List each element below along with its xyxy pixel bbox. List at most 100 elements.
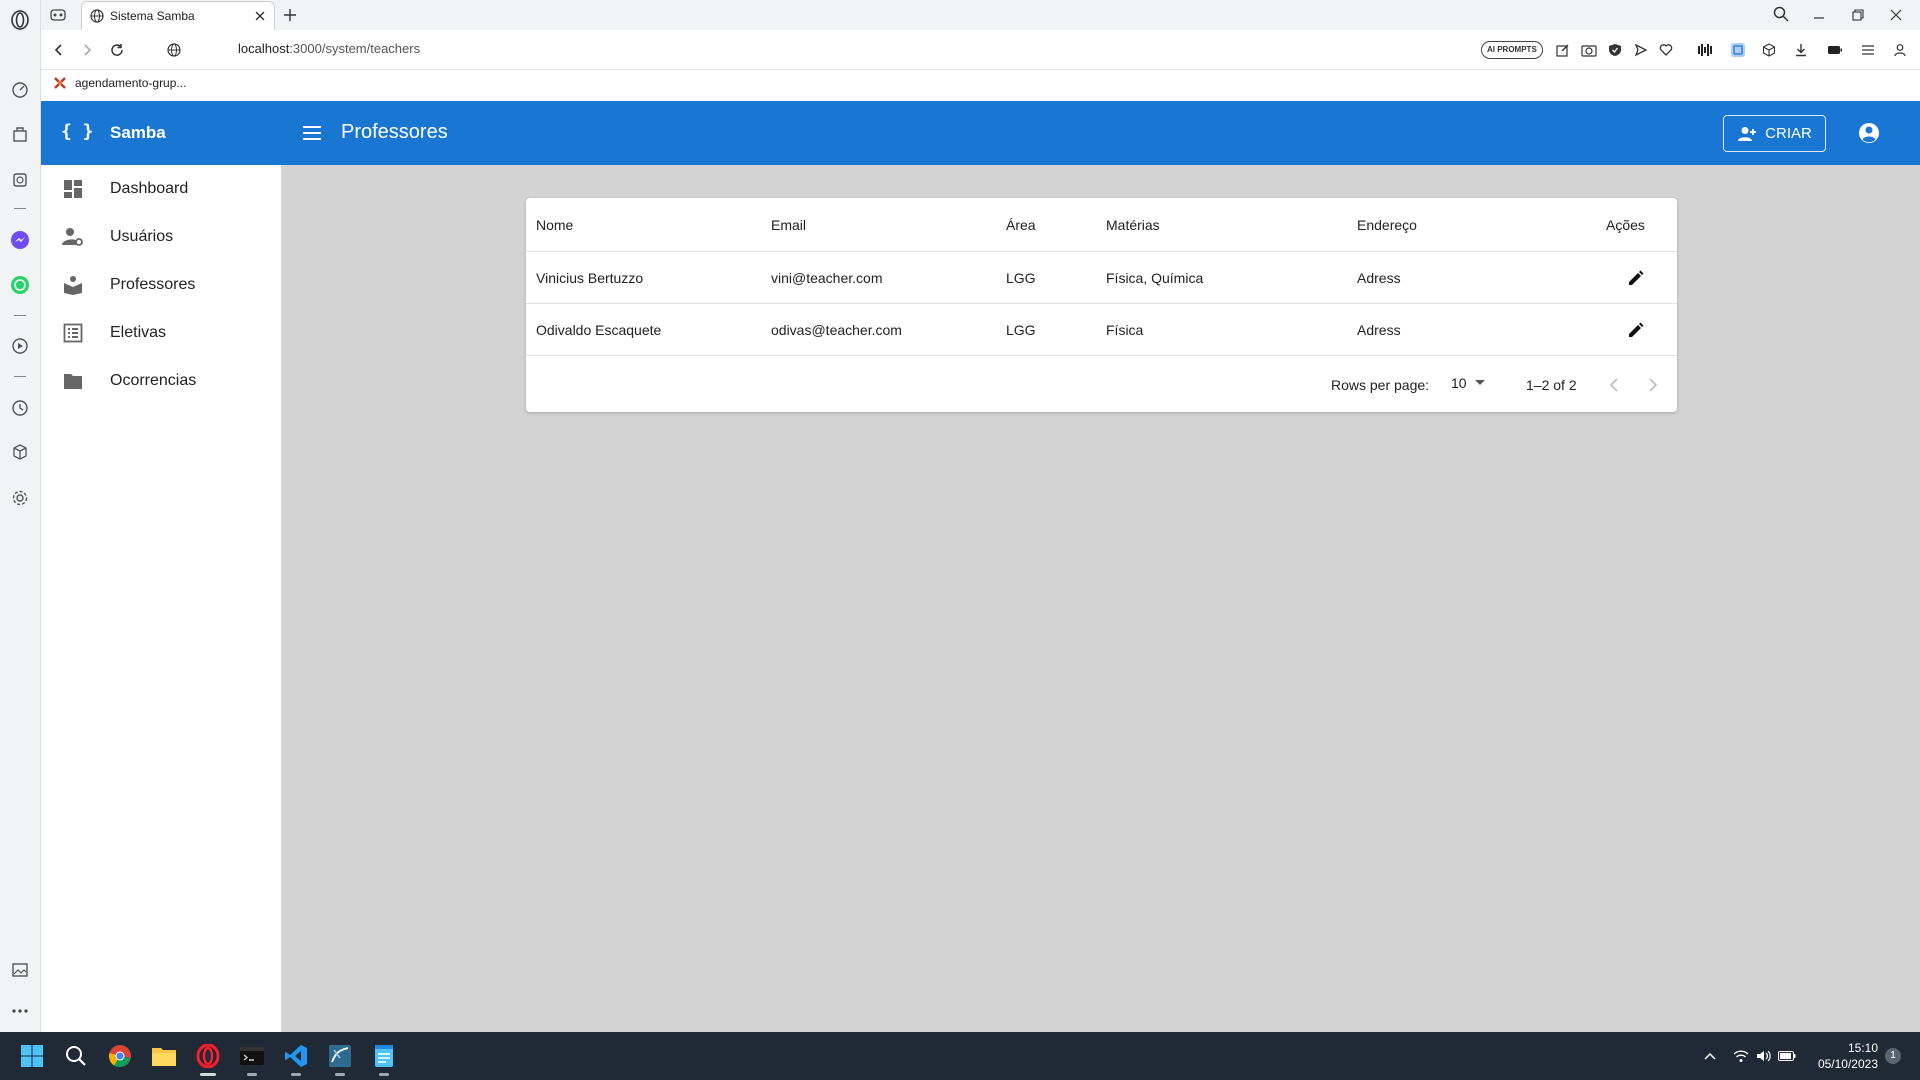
sql-workbench-icon[interactable]	[324, 1040, 356, 1076]
close-window-icon[interactable]	[1885, 4, 1907, 26]
tab-islands-icon[interactable]	[47, 4, 69, 26]
site-info-icon[interactable]	[163, 39, 185, 61]
wifi-icon[interactable]	[1731, 1046, 1751, 1066]
windows-taskbar: 15:10 05/10/2023 1	[0, 1032, 1920, 1080]
extension-blue-icon[interactable]	[1727, 39, 1749, 61]
next-page-icon[interactable]	[1641, 373, 1665, 397]
back-icon[interactable]	[48, 39, 70, 61]
file-explorer-icon[interactable]	[148, 1040, 180, 1072]
extensions-icon[interactable]	[1758, 39, 1780, 61]
sidebar-item-label: Eletivas	[110, 324, 167, 341]
tab-sistema-samba[interactable]: Sistema Samba	[81, 1, 275, 30]
cell-endereco: Adress	[1357, 321, 1401, 338]
brand-logo-icon: { }	[61, 121, 94, 142]
column-header-endereco[interactable]: Endereço	[1357, 198, 1417, 251]
column-header-nome[interactable]: Nome	[536, 198, 573, 251]
battery-icon[interactable]	[1777, 1046, 1797, 1066]
more-icon[interactable]	[8, 999, 32, 1023]
notification-badge[interactable]: 1	[1885, 1048, 1901, 1064]
folder-icon	[61, 369, 85, 393]
vscode-icon[interactable]	[280, 1040, 312, 1076]
dashboard-icon	[61, 177, 85, 201]
bookmark-favicon-icon	[54, 77, 66, 89]
notepad-icon[interactable]	[368, 1040, 400, 1076]
profile-icon[interactable]	[1889, 39, 1911, 61]
tab-bar: Sistema Samba	[41, 0, 1920, 30]
reload-icon[interactable]	[106, 39, 128, 61]
send-icon[interactable]	[1630, 39, 1652, 61]
chrome-icon[interactable]	[104, 1040, 136, 1072]
new-tab-icon[interactable]	[279, 4, 301, 26]
manage-accounts-icon	[61, 225, 85, 249]
sidebar-item-dashboard[interactable]: Dashboard	[41, 165, 281, 213]
settings-gear-icon[interactable]	[8, 486, 32, 510]
cell-email: vini@teacher.com	[771, 269, 883, 286]
table-row: Odivaldo Escaquete odivas@teacher.com LG…	[526, 304, 1677, 356]
forward-icon[interactable]	[76, 39, 98, 61]
battery-saver-icon[interactable]	[1824, 39, 1846, 61]
download-icon[interactable]	[1790, 39, 1812, 61]
bag-icon[interactable]	[8, 122, 32, 146]
sidebar-item-usuarios[interactable]: Usuários	[41, 213, 281, 261]
cell-area: LGG	[1006, 321, 1036, 338]
opera-logo-icon[interactable]	[8, 8, 32, 32]
cell-nome: Odivaldo Escaquete	[536, 321, 662, 338]
create-button-label: CRIAR	[1765, 125, 1812, 142]
bookmark-item[interactable]: agendamento-grup...	[53, 76, 186, 90]
sidebar-item-label: Dashboard	[110, 180, 189, 197]
url-field[interactable]: localhost:3000/system/teachers	[238, 41, 420, 56]
gallery-icon[interactable]	[8, 958, 32, 982]
sidebar-item-ocorrencias[interactable]: Ocorrencias	[41, 357, 281, 405]
extensions-cube-icon[interactable]	[8, 440, 32, 464]
column-header-email[interactable]: Email	[771, 198, 806, 251]
pagination-range: 1–2 of 2	[1526, 377, 1577, 393]
snapshot-camera-icon[interactable]	[1578, 39, 1600, 61]
speed-dial-icon[interactable]	[8, 78, 32, 102]
sidebar-item-eletivas[interactable]: Eletivas	[41, 309, 281, 357]
account-circle-icon[interactable]	[1857, 121, 1881, 145]
page-title: Professores	[341, 121, 448, 143]
sidebar-item-label: Ocorrencias	[110, 372, 197, 389]
adblock-shield-icon[interactable]	[1604, 39, 1626, 61]
create-button[interactable]: CRIAR	[1723, 115, 1826, 152]
column-header-materias[interactable]: Matérias	[1106, 198, 1160, 251]
menu-hamburger-icon[interactable]	[300, 121, 324, 145]
column-header-area[interactable]: Área	[1006, 198, 1036, 251]
history-icon[interactable]	[8, 396, 32, 420]
address-bar: localhost:3000/system/teachers AI PROMPT…	[41, 30, 1920, 70]
chatgpt-icon[interactable]	[8, 168, 32, 192]
terminal-icon[interactable]	[236, 1040, 268, 1076]
windows-start-icon[interactable]	[16, 1040, 48, 1072]
rows-per-page-select[interactable]: 10	[1451, 375, 1485, 391]
teachers-table: Nome Email Área Matérias Endereço Ações …	[526, 198, 1677, 412]
messenger-icon[interactable]	[8, 228, 32, 252]
tray-chevron-up-icon[interactable]	[1700, 1046, 1720, 1066]
ai-prompts-button[interactable]: AI PROMPTS	[1481, 41, 1543, 59]
easy-setup-icon[interactable]	[1857, 39, 1879, 61]
table-pagination: Rows per page: 10 1–2 of 2	[526, 358, 1677, 412]
audio-bars-icon[interactable]	[1694, 39, 1716, 61]
whatsapp-icon[interactable]	[8, 273, 32, 297]
clock-time: 15:10	[1847, 1041, 1878, 1055]
heart-icon[interactable]	[1655, 39, 1677, 61]
column-header-acoes: Ações	[1606, 216, 1645, 233]
edit-pencil-icon[interactable]	[1624, 266, 1648, 290]
system-clock[interactable]: 15:10 05/10/2023	[1812, 1040, 1878, 1072]
player-icon[interactable]	[8, 334, 32, 358]
table-row: Vinicius Bertuzzo vini@teacher.com LGG F…	[526, 252, 1677, 304]
url-host: localhost	[238, 41, 290, 56]
restore-icon[interactable]	[1847, 4, 1869, 26]
sidebar-item-label: Usuários	[110, 228, 174, 245]
edit-pencil-icon[interactable]	[1624, 318, 1648, 342]
previous-page-icon[interactable]	[1602, 373, 1626, 397]
minimize-icon[interactable]	[1808, 4, 1830, 26]
globe-icon	[90, 9, 104, 23]
taskbar-search-icon[interactable]	[60, 1040, 92, 1072]
edit-page-icon[interactable]	[1552, 39, 1574, 61]
close-tab-icon[interactable]	[254, 10, 266, 22]
opera-taskbar-icon[interactable]	[192, 1040, 224, 1076]
search-tabs-icon[interactable]	[1770, 3, 1792, 25]
volume-icon[interactable]	[1754, 1046, 1774, 1066]
sidebar-item-professores[interactable]: Professores	[41, 261, 281, 309]
cell-area: LGG	[1006, 269, 1036, 286]
